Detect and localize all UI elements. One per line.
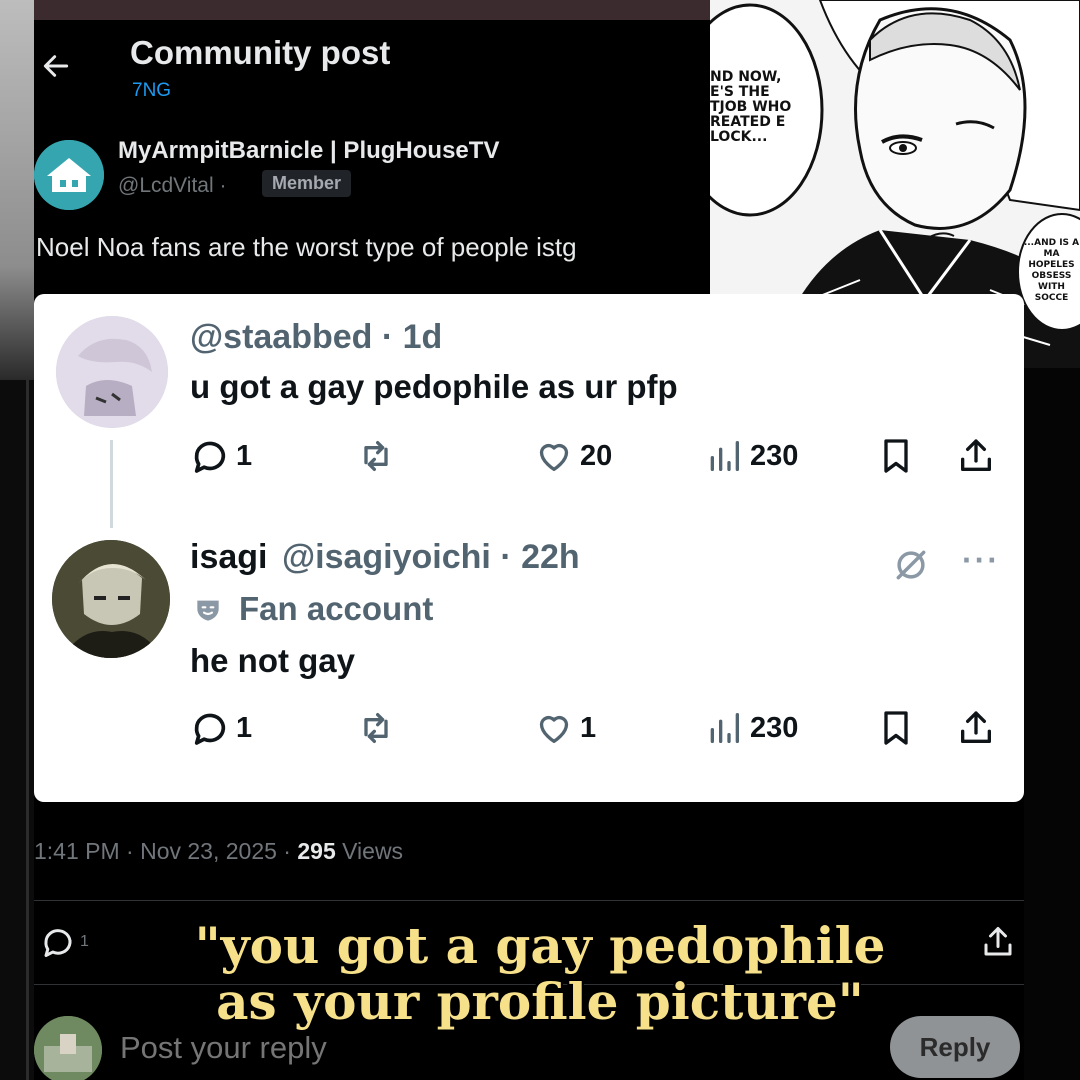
reply-icon (194, 441, 226, 473)
post-timestamp: 1:41 PM · Nov 23, 2025 · 295 Views (34, 838, 403, 865)
reply-2-views-button[interactable]: 230 (704, 708, 798, 748)
reply-1-bookmark-button[interactable] (876, 436, 922, 476)
post-view-count: 295 (297, 838, 336, 864)
reply-1-repost-button[interactable] (356, 436, 402, 476)
quoted-replies-card: @staabbed · 1d u got a gay pedophile as … (34, 294, 1024, 802)
member-badge: Member (262, 170, 352, 197)
hide-icon[interactable] (892, 546, 930, 584)
caption-line-2: as your profile picture" (216, 972, 864, 1031)
share-icon (961, 439, 991, 471)
top-status-strip (34, 0, 710, 20)
anime-avatar-icon (52, 540, 170, 658)
reply-2-bookmark-button[interactable] (876, 708, 922, 748)
staabbed-avatar[interactable] (56, 316, 168, 428)
post-date: 1:41 PM · Nov 23, 2025 · (34, 838, 291, 864)
reply-1-share-button[interactable] (956, 436, 1002, 476)
house-logo-icon (34, 140, 104, 210)
reply-input[interactable] (120, 1030, 480, 1066)
reply-2-reply-button[interactable]: 1 (190, 708, 252, 748)
reply-1-like-count: 20 (580, 439, 613, 472)
reply-1-text: u got a gay pedophile as ur pfp (190, 368, 678, 405)
like-icon (539, 443, 569, 471)
back-arrow-icon[interactable] (40, 50, 72, 82)
reply-2-share-button[interactable] (956, 708, 1002, 748)
repost-icon (364, 713, 388, 743)
caption-line-1: "you got a gay pedophile (194, 916, 886, 975)
post-text: Noel Noa fans are the worst type of peop… (36, 232, 577, 262)
author-avatar[interactable] (34, 140, 104, 210)
reply-2-reply-count: 1 (236, 711, 253, 744)
post-header: Community post 7NG (34, 20, 710, 110)
views-icon (710, 441, 739, 471)
more-options-icon[interactable]: ··· (962, 542, 1000, 579)
isagi-avatar[interactable] (52, 540, 170, 658)
reply-1-view-count: 230 (750, 439, 799, 472)
reply-2-view-count: 230 (750, 711, 799, 744)
post-views-label: Views (342, 838, 404, 864)
reply-1-like-button[interactable]: 20 (534, 436, 612, 476)
reply-2-like-button[interactable]: 1 (534, 708, 596, 748)
page-title: Community post (130, 34, 391, 71)
speech-bubble-right: ...AND IS A MA HOPELES OBSESS WITH SOCCE (1023, 238, 1080, 303)
views-icon (710, 713, 739, 743)
fan-account-label: Fan account (239, 590, 434, 627)
reply-2-text: he not gay (190, 642, 356, 679)
divider (34, 900, 1024, 901)
repost-icon (364, 441, 388, 471)
reply-1-views-button[interactable]: 230 (704, 436, 798, 476)
reply-1-reply-button[interactable]: 1 (190, 436, 252, 476)
author-name[interactable]: MyArmpitBarnicle | PlugHouseTV (118, 137, 499, 165)
reply-2-like-count: 1 (580, 711, 597, 744)
reply-1-handle[interactable]: @staabbed · 1d (190, 318, 442, 357)
community-link[interactable]: 7NG (132, 80, 171, 102)
video-caption: "you got a gay pedophile as your profile… (0, 918, 1080, 1030)
like-icon (539, 715, 569, 743)
speech-bubble-left: ND NOW, E'S THE TJOB WHO REATED E LOCK..… (710, 69, 792, 145)
reply-2-repost-button[interactable] (356, 708, 402, 748)
anime-avatar-icon (56, 316, 168, 428)
share-icon (961, 711, 991, 743)
thread-connector (110, 440, 113, 528)
bookmark-icon (884, 439, 908, 473)
reply-1-reply-count: 1 (236, 439, 253, 472)
reply-icon (194, 713, 226, 745)
reply-2-name[interactable]: isagi (190, 538, 267, 577)
bookmark-icon (884, 711, 908, 745)
fan-account-icon (197, 600, 219, 621)
reply-2-handle[interactable]: @isagiyoichi · 22h (282, 538, 580, 577)
left-strip-light (0, 0, 34, 380)
author-handle[interactable]: @LcdVital · (118, 174, 226, 198)
